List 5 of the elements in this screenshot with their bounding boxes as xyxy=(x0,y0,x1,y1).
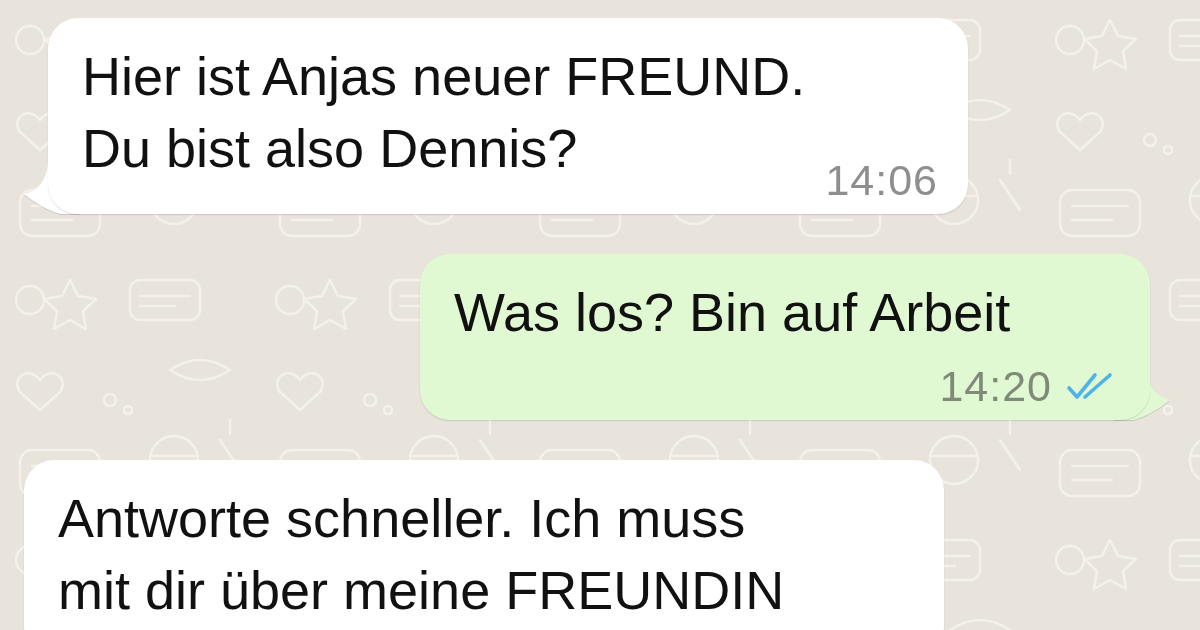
message-time: 14:06 xyxy=(825,160,938,200)
message-text: Was los? Bin auf Arbeit xyxy=(454,281,1011,344)
message-time: 14:20 xyxy=(939,366,1052,406)
message-text: Antworte schneller. Ich muss mit dir über meine FREUNDIN xyxy=(58,487,785,622)
message-text: Hier ist Anjas neuer FREUND. Du bist also Dennis? xyxy=(82,45,806,180)
